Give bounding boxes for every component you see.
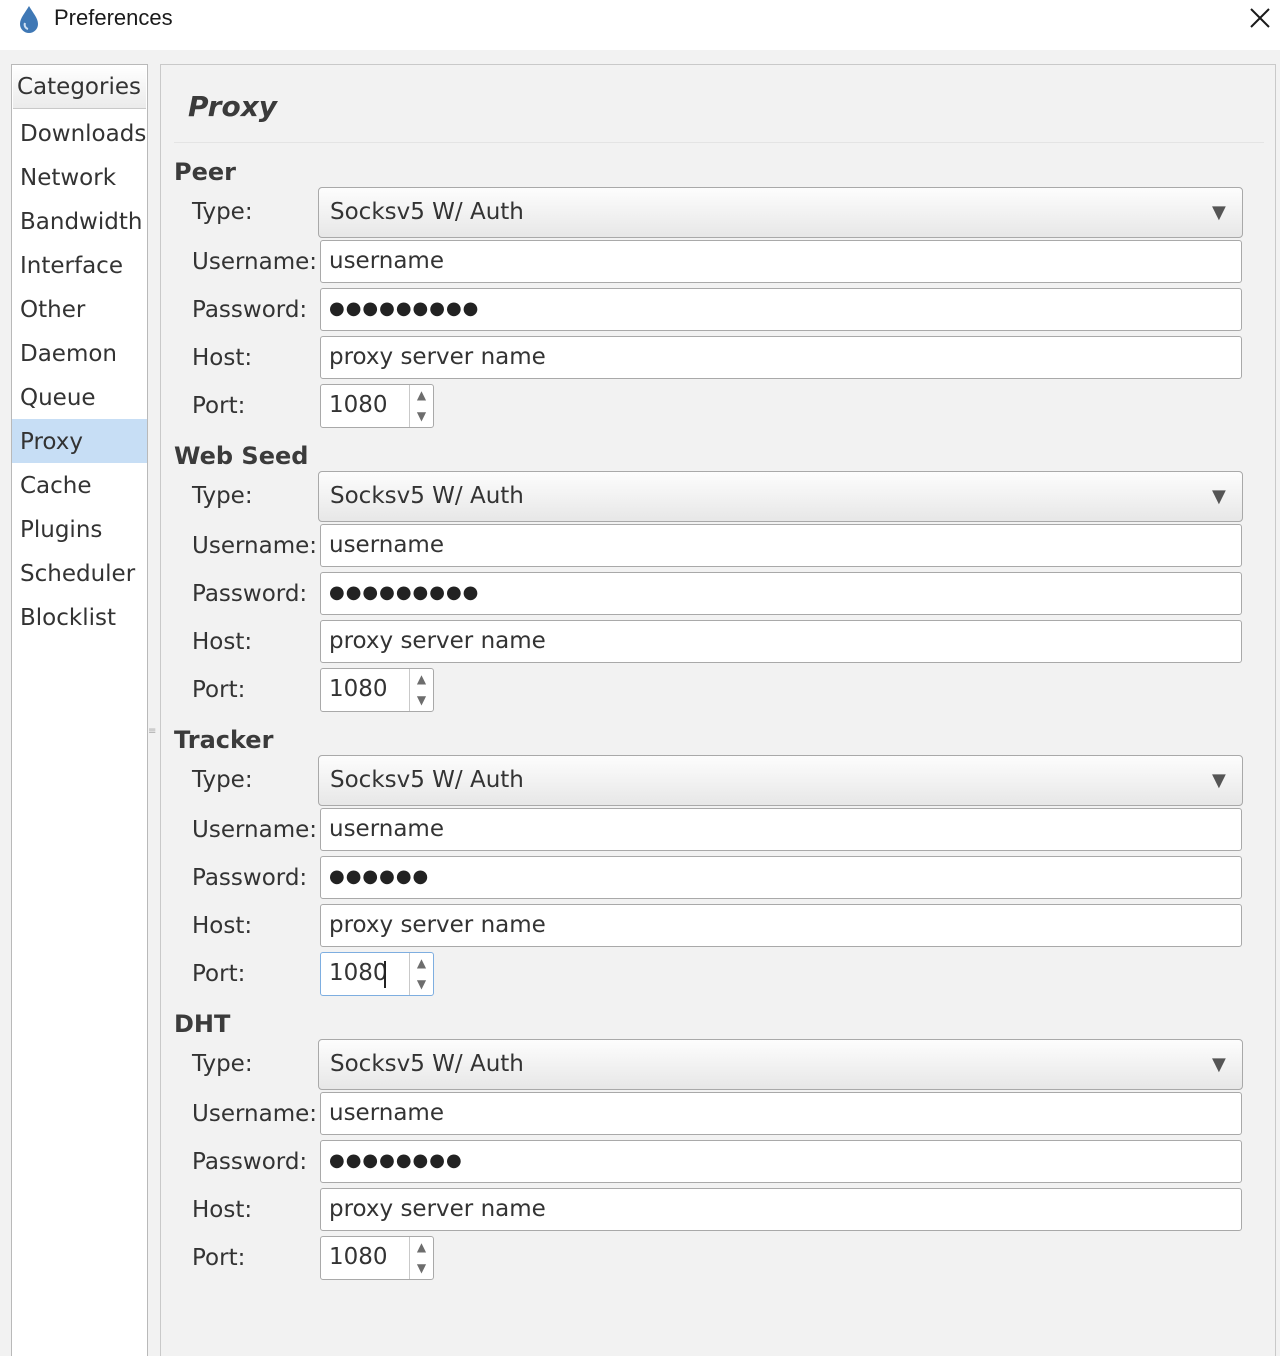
tracker-username-label: Username: — [192, 817, 317, 843]
webseed-password-input[interactable]: ●●●●●●●●● — [320, 572, 1242, 615]
webseed-host-input[interactable]: proxy server name — [320, 620, 1242, 663]
tracker-host-input[interactable]: proxy server name — [320, 904, 1242, 947]
webseed-type-select[interactable]: Socksv5 W/ Auth ▼ — [318, 471, 1243, 522]
tracker-password-input[interactable]: ●●●●●● — [320, 856, 1242, 899]
dht-host-label: Host: — [192, 1197, 253, 1223]
category-scheduler[interactable]: Scheduler — [12, 551, 147, 595]
webseed-port-label: Port: — [192, 677, 246, 703]
dht-type-value: Socksv5 W/ Auth — [330, 1051, 524, 1077]
section-title-web-seed: Web Seed — [174, 442, 309, 470]
peer-port-value[interactable]: 1080 — [329, 392, 388, 418]
category-downloads[interactable]: Downloads — [12, 111, 147, 155]
webseed-type-label: Type: — [192, 483, 253, 509]
tracker-port-value[interactable]: 1080 — [329, 960, 388, 986]
spin-up-icon[interactable]: ▲ — [410, 669, 433, 690]
category-proxy[interactable]: Proxy — [12, 419, 147, 463]
dht-username-input[interactable]: username — [320, 1092, 1242, 1135]
webseed-port-value[interactable]: 1080 — [329, 676, 388, 702]
dht-password-label: Password: — [192, 1149, 308, 1175]
peer-password-label: Password: — [192, 297, 308, 323]
spin-down-icon[interactable]: ▼ — [410, 690, 433, 711]
peer-type-select[interactable]: Socksv5 W/ Auth ▼ — [318, 187, 1243, 238]
category-queue[interactable]: Queue — [12, 375, 147, 419]
page-title: Proxy — [188, 90, 278, 123]
spin-buttons: ▲ ▼ — [409, 385, 433, 427]
peer-host-input[interactable]: proxy server name — [320, 336, 1242, 379]
webseed-username-input[interactable]: username — [320, 524, 1242, 567]
title-divider — [174, 142, 1264, 143]
spin-buttons: ▲ ▼ — [409, 1237, 433, 1279]
category-network[interactable]: Network — [12, 155, 147, 199]
tracker-username-input[interactable]: username — [320, 808, 1242, 851]
droplet-icon — [20, 6, 38, 33]
spin-down-icon[interactable]: ▼ — [410, 974, 433, 995]
category-bandwidth[interactable]: Bandwidth — [12, 199, 147, 243]
spin-down-icon[interactable]: ▼ — [410, 1258, 433, 1279]
dht-port-label: Port: — [192, 1245, 246, 1271]
spin-buttons: ▲ ▼ — [409, 669, 433, 711]
webseed-port-spinner[interactable]: 1080 ▲ ▼ — [320, 668, 434, 712]
peer-type-value: Socksv5 W/ Auth — [330, 199, 524, 225]
text-caret — [384, 961, 386, 988]
window-title: Preferences — [54, 5, 173, 30]
category-interface[interactable]: Interface — [12, 243, 147, 287]
spin-buttons: ▲ ▼ — [409, 953, 433, 995]
section-title-peer: Peer — [174, 158, 236, 186]
categories-header[interactable]: Categories — [13, 66, 146, 109]
spin-down-icon[interactable]: ▼ — [410, 406, 433, 427]
tracker-type-select[interactable]: Socksv5 W/ Auth ▼ — [318, 755, 1243, 806]
dht-username-label: Username: — [192, 1101, 317, 1127]
category-plugins[interactable]: Plugins — [12, 507, 147, 551]
tracker-type-value: Socksv5 W/ Auth — [330, 767, 524, 793]
peer-username-label: Username: — [192, 249, 317, 275]
pane-splitter-handle[interactable]: ≡ — [148, 727, 158, 744]
categories-panel: Categories Downloads Network Bandwidth I… — [11, 64, 148, 1356]
title-bar: Preferences — [0, 0, 1280, 50]
spin-up-icon[interactable]: ▲ — [410, 1237, 433, 1258]
dropdown-arrow-icon: ▼ — [1212, 770, 1226, 791]
dht-port-spinner[interactable]: 1080 ▲ ▼ — [320, 1236, 434, 1280]
dropdown-arrow-icon: ▼ — [1212, 486, 1226, 507]
spin-up-icon[interactable]: ▲ — [410, 953, 433, 974]
tracker-port-spinner[interactable]: 1080 ▲ ▼ — [320, 952, 434, 996]
category-other[interactable]: Other — [12, 287, 147, 331]
peer-username-input[interactable]: username — [320, 240, 1242, 283]
tracker-host-label: Host: — [192, 913, 253, 939]
section-title-dht: DHT — [174, 1010, 231, 1038]
category-daemon[interactable]: Daemon — [12, 331, 147, 375]
dht-password-input[interactable]: ●●●●●●●● — [320, 1140, 1242, 1183]
tracker-port-label: Port: — [192, 961, 246, 987]
peer-type-label: Type: — [192, 199, 253, 225]
category-blocklist[interactable]: Blocklist — [12, 595, 147, 639]
webseed-type-value: Socksv5 W/ Auth — [330, 483, 524, 509]
tracker-type-label: Type: — [192, 767, 253, 793]
dht-port-value[interactable]: 1080 — [329, 1244, 388, 1270]
section-title-tracker: Tracker — [174, 726, 274, 754]
peer-port-spinner[interactable]: 1080 ▲ ▼ — [320, 384, 434, 428]
dht-host-input[interactable]: proxy server name — [320, 1188, 1242, 1231]
close-icon[interactable] — [1244, 2, 1276, 34]
peer-password-input[interactable]: ●●●●●●●●● — [320, 288, 1242, 331]
spin-up-icon[interactable]: ▲ — [410, 385, 433, 406]
dropdown-arrow-icon: ▼ — [1212, 202, 1226, 223]
webseed-username-label: Username: — [192, 533, 317, 559]
peer-port-label: Port: — [192, 393, 246, 419]
webseed-host-label: Host: — [192, 629, 253, 655]
peer-host-label: Host: — [192, 345, 253, 371]
webseed-password-label: Password: — [192, 581, 308, 607]
dht-type-select[interactable]: Socksv5 W/ Auth ▼ — [318, 1039, 1243, 1090]
category-cache[interactable]: Cache — [12, 463, 147, 507]
dht-type-label: Type: — [192, 1051, 253, 1077]
dropdown-arrow-icon: ▼ — [1212, 1054, 1226, 1075]
tracker-password-label: Password: — [192, 865, 308, 891]
